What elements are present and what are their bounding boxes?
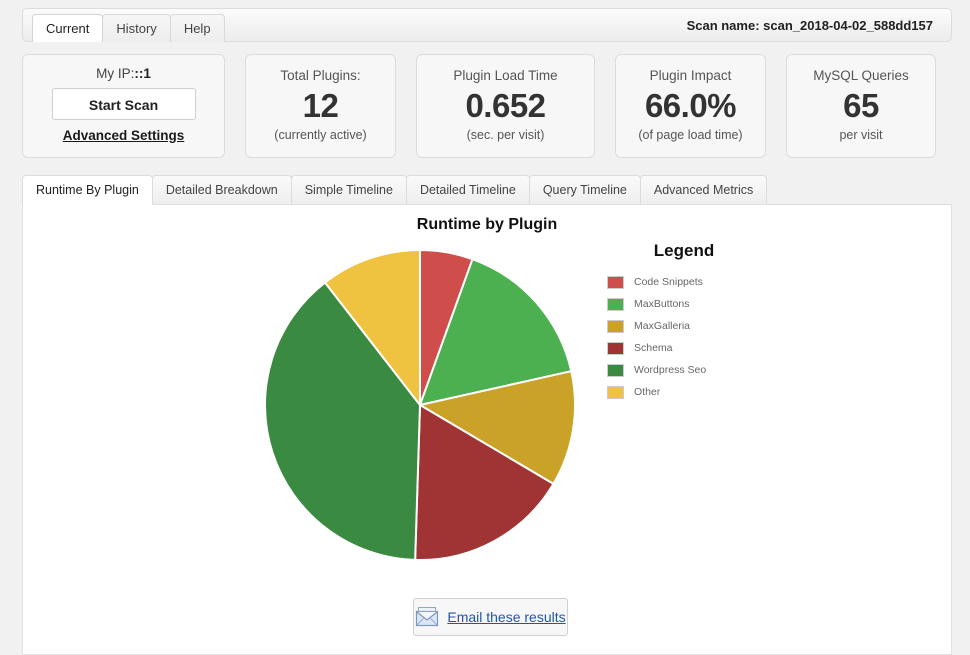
legend-item: Wordpress Seo	[583, 359, 823, 381]
advanced-settings-link[interactable]: Advanced Settings	[63, 128, 185, 143]
legend-item: Schema	[583, 337, 823, 359]
card-total-plugins: Total Plugins: 12 (currently active)	[245, 54, 396, 158]
legend-swatch-icon	[607, 297, 624, 311]
top-tab-history[interactable]: History	[102, 14, 171, 42]
report-tab-detailed-breakdown[interactable]: Detailed Breakdown	[151, 175, 292, 205]
card-mysql-queries: MySQL Queries 65 per visit	[786, 54, 936, 158]
plugin-load-time-label: Plugin Load Time	[453, 68, 558, 83]
mysql-queries-label: MySQL Queries	[813, 68, 909, 83]
pie-chart-svg	[264, 248, 576, 561]
card-my-ip: My IP:::1 Start Scan Advanced Settings	[22, 54, 225, 158]
legend-swatch-icon	[607, 341, 624, 355]
card-plugin-load-time: Plugin Load Time 0.652 (sec. per visit)	[416, 54, 595, 158]
start-scan-button[interactable]: Start Scan	[51, 88, 196, 120]
legend-item: Code Snippets	[583, 271, 823, 293]
report-tab-detailed-timeline[interactable]: Detailed Timeline	[405, 175, 530, 205]
email-results-button[interactable]: Email these results	[413, 598, 568, 636]
my-ip-value: ::1	[134, 66, 151, 81]
top-tab-current[interactable]: Current	[32, 14, 104, 42]
legend-item-label: Schema	[634, 342, 673, 354]
card-plugin-impact: Plugin Impact 66.0% (of page load time)	[615, 54, 766, 158]
plugin-impact-sub: (of page load time)	[638, 128, 743, 142]
envelope-icon	[416, 607, 439, 627]
plugin-impact-label: Plugin Impact	[649, 68, 732, 83]
report-tab-runtime-by-plugin[interactable]: Runtime By Plugin	[22, 175, 153, 205]
report-tab-list: Runtime By Plugin Detailed Breakdown Simpl…	[22, 175, 952, 205]
legend-item-label: Other	[634, 386, 661, 398]
top-navigation-bar: Current History Help Scan name: scan_2018-…	[22, 8, 952, 42]
total-plugins-label: Total Plugins:	[280, 68, 361, 83]
legend-item-label: MaxGalleria	[634, 320, 691, 332]
mysql-queries-value: 65	[843, 87, 879, 124]
total-plugins-value: 12	[302, 87, 339, 124]
email-results-label[interactable]: Email these results	[447, 609, 565, 625]
legend-item: MaxGalleria	[583, 315, 823, 337]
scan-name-label: Scan name: scan_2018-04-02_588dd157	[686, 18, 933, 33]
legend-item-label: Wordpress Seo	[634, 364, 707, 376]
top-tab-list: Current History Help	[32, 14, 225, 42]
legend-rows: Code Snippets MaxButtons MaxGalleria Schema…	[583, 271, 823, 403]
chart-legend: Legend Code Snippets MaxButtons MaxGalleri…	[583, 241, 823, 403]
legend-swatch-icon	[607, 363, 624, 377]
legend-swatch-icon	[607, 319, 624, 333]
legend-item-label: MaxButtons	[634, 298, 690, 310]
plugin-impact-value: 66.0%	[644, 87, 737, 124]
report-tab-query-timeline[interactable]: Query Timeline	[528, 175, 641, 205]
legend-title: Legend	[653, 241, 715, 260]
report-panel: Runtime by Plugin Legend Code Snippets Ma…	[22, 204, 952, 655]
legend-item: MaxButtons	[583, 293, 823, 315]
legend-swatch-icon	[607, 275, 624, 289]
report-tab-advanced-metrics[interactable]: Advanced Metrics	[639, 175, 768, 205]
total-plugins-sub: (currently active)	[274, 128, 367, 142]
plugin-load-time-sub: (sec. per visit)	[466, 128, 545, 142]
report-tab-simple-timeline[interactable]: Simple Timeline	[290, 175, 407, 205]
my-ip-label: My IP:::1	[23, 66, 224, 82]
legend-swatch-icon	[607, 385, 624, 399]
top-tab-help[interactable]: Help	[169, 14, 225, 42]
my-ip-prefix: My IP:	[96, 66, 135, 81]
mysql-queries-sub: per visit	[839, 128, 883, 142]
chart-title: Runtime by Plugin	[416, 216, 558, 233]
pie-chart	[245, 245, 595, 565]
summary-cards: My IP:::1 Start Scan Advanced Settings T…	[22, 54, 952, 160]
plugin-load-time-value: 0.652	[465, 87, 546, 124]
legend-item: Other	[583, 381, 823, 403]
legend-item-label: Code Snippets	[634, 276, 703, 288]
